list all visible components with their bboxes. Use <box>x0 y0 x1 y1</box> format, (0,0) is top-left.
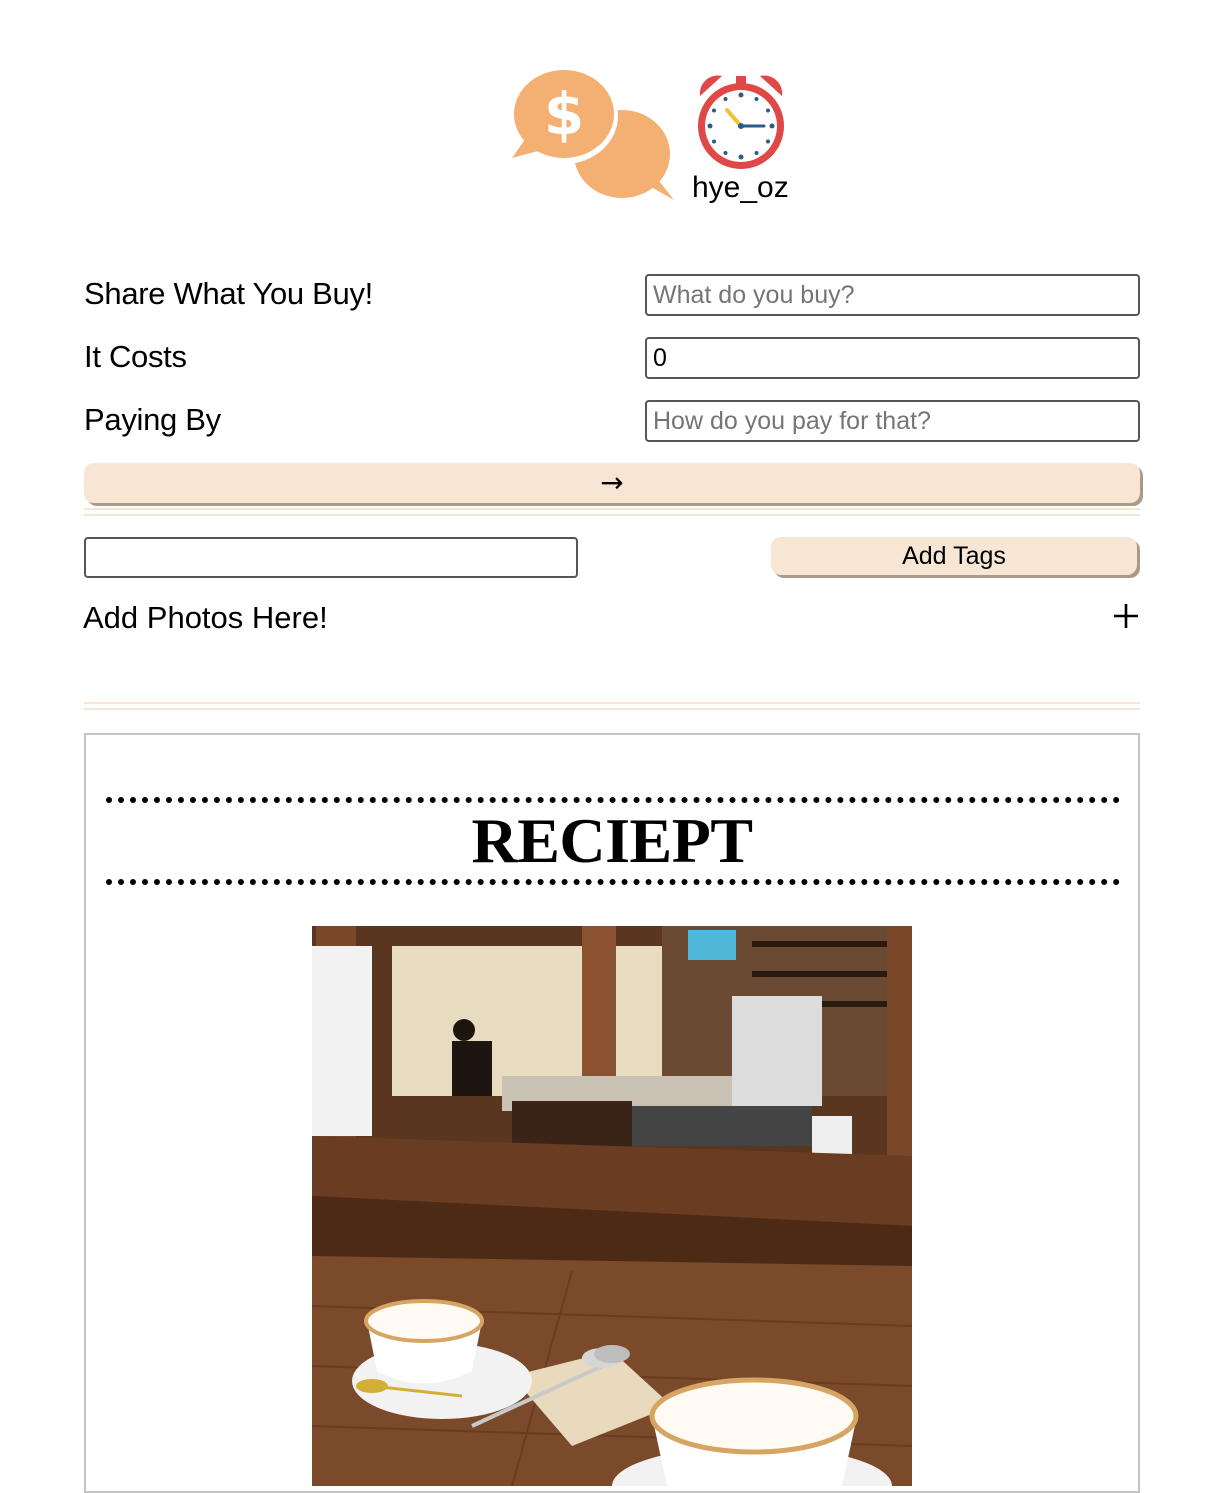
dotted-rule <box>106 879 1120 885</box>
dotted-rule <box>106 797 1120 803</box>
tag-input[interactable] <box>84 537 578 578</box>
app-header: $ hye_oz <box>0 60 1216 220</box>
divider <box>84 708 1140 710</box>
add-tags-button[interactable]: Add Tags <box>771 537 1137 575</box>
divider <box>84 702 1140 704</box>
item-input[interactable] <box>645 274 1140 316</box>
payment-row: Paying By <box>84 400 1140 442</box>
plus-icon[interactable] <box>1112 602 1140 630</box>
receipt-card: RECIEPT <box>84 733 1140 1493</box>
divider <box>84 508 1140 510</box>
username: hye_oz <box>692 171 789 204</box>
cost-row: It Costs <box>84 337 1140 379</box>
payment-input[interactable] <box>645 400 1140 442</box>
receipt-title: RECIEPT <box>471 805 754 876</box>
cost-input[interactable] <box>645 337 1140 379</box>
add-photos-label: Add Photos Here! <box>83 600 328 635</box>
divider <box>84 514 1140 516</box>
svg-text:$: $ <box>544 80 584 148</box>
item-row: Share What You Buy! <box>84 274 1140 316</box>
item-label: Share What You Buy! <box>84 276 373 311</box>
cafe-photo <box>312 926 912 1486</box>
alarm-clock-icon <box>698 75 784 169</box>
payment-label: Paying By <box>84 402 221 437</box>
money-chat-icon: $ <box>510 68 674 200</box>
cafe-photo-illustration <box>312 926 912 1486</box>
cost-label: It Costs <box>84 339 187 374</box>
submit-button[interactable]: → <box>84 463 1140 503</box>
